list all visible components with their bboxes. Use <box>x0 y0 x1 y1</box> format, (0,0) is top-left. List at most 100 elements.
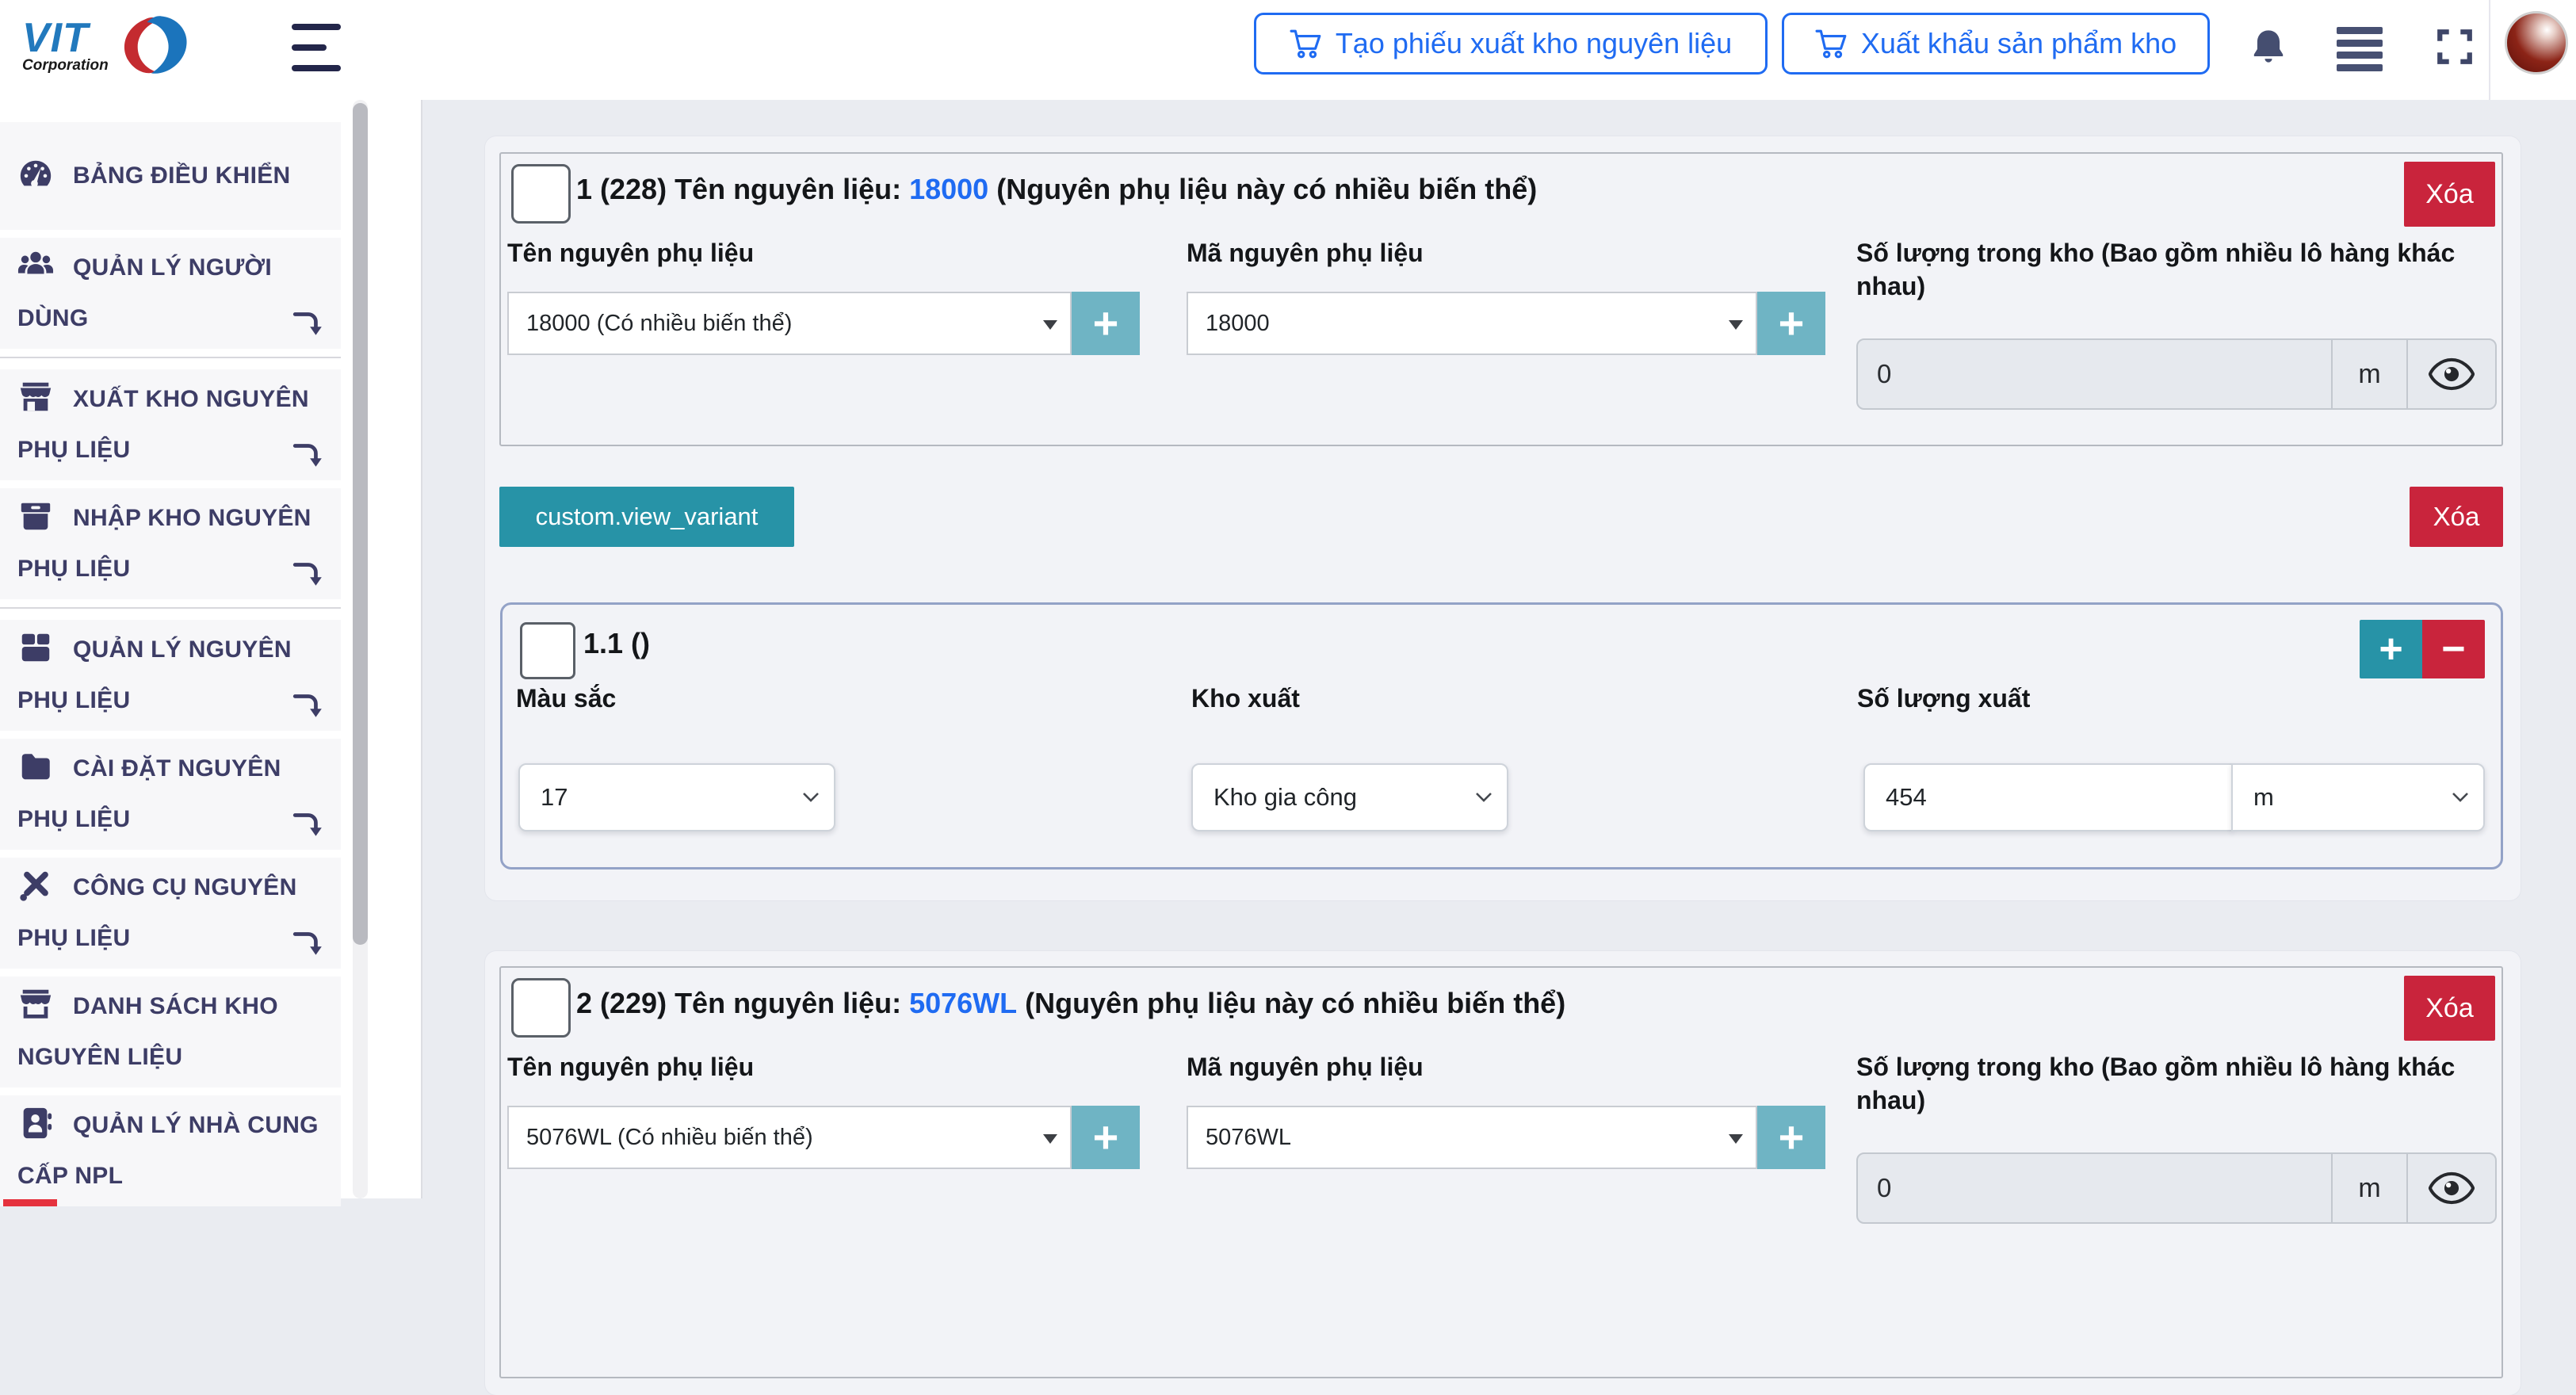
stock-quantity-label: Số lượng trong kho (Bao gồm nhiều lô hàn… <box>1856 1050 2500 1117</box>
gauge-icon <box>17 155 54 192</box>
view-stock-button[interactable] <box>2406 340 2495 408</box>
sidebar-toggle-button[interactable] <box>292 24 344 71</box>
dropdown-arrow-icon <box>1043 1134 1057 1144</box>
submenu-arrow-icon <box>292 438 325 471</box>
sidebar-item-label: BẢNG ĐIỀU KHIỂN <box>73 162 291 189</box>
material-2-checkbox[interactable] <box>511 978 571 1038</box>
material-card-1: 1 (228) Tên nguyên liệu:18000(Nguyên phụ… <box>485 136 2521 900</box>
sidebar-item-material-tools[interactable]: CÔNG CỤ NGUYÊN PHỤ LIỆU <box>0 858 341 969</box>
add-material-code-button[interactable]: + <box>1757 292 1825 355</box>
export-warehouse-select-value: Kho gia công <box>1213 783 1357 812</box>
top-bar: VIT Corporation Tạo phiếu xuất kho nguyê… <box>0 0 2576 100</box>
material-1-delete-button[interactable]: Xóa <box>2404 162 2495 227</box>
remove-variant-row-button[interactable]: − <box>2422 620 2485 678</box>
sidebar-divider <box>0 607 341 609</box>
sidebar-item-user-management[interactable]: QUẢN LÝ NGƯỜI DÙNG <box>0 238 341 349</box>
export-unit-select-value: m <box>2253 783 2274 812</box>
notifications-bell-icon[interactable] <box>2248 25 2289 70</box>
sidebar-item-label: QUẢN LÝ NHÀ CUNG CẤP NPL <box>17 1112 319 1189</box>
sidebar-item-label: NHẬP KHO NGUYÊN PHỤ LIỆU <box>17 505 311 582</box>
material-code-select-value: 18000 <box>1206 311 1270 337</box>
variant-checkbox[interactable] <box>520 622 575 679</box>
variant-title: 1.1 () <box>583 627 650 660</box>
create-export-ticket-label: Tạo phiếu xuất kho nguyên liệu <box>1336 27 1732 60</box>
color-select[interactable]: 17 <box>518 763 835 831</box>
vit-logo[interactable]: VIT Corporation <box>22 5 220 87</box>
menu-list-icon[interactable] <box>2337 27 2383 71</box>
sidebar-item-label: XUẤT KHO NGUYÊN PHỤ LIỆU <box>17 386 309 463</box>
sidebar-item-supplier-management[interactable]: QUẢN LÝ NHÀ CUNG CẤP NPL <box>0 1095 341 1206</box>
color-label: Màu sắc <box>516 684 616 713</box>
chevron-down-icon <box>802 792 820 803</box>
export-unit-select[interactable]: m <box>2231 763 2485 831</box>
view-variant-button[interactable]: custom.view_variant <box>499 487 794 547</box>
sidebar-item-label: DANH SÁCH KHO NGUYÊN LIỆU <box>17 993 278 1070</box>
sidebar-item-material-import[interactable]: NHẬP KHO NGUYÊN PHỤ LIỆU <box>0 488 341 599</box>
export-product-label: Xuất khẩu sản phẩm kho <box>1861 27 2177 60</box>
boxes-icon <box>17 629 54 666</box>
material-1-title-right: (Nguyên phụ liệu này có nhiều biến thể) <box>996 173 1537 205</box>
stock-quantity-input[interactable]: 0 <box>1858 340 2331 408</box>
material-2-name: 5076WL <box>909 987 1017 1019</box>
sidebar-item-material-settings[interactable]: CÀI ĐẶT NGUYÊN PHỤ LIỆU <box>0 739 341 850</box>
add-material-name-button[interactable]: + <box>1072 292 1140 355</box>
sidebar-item-warehouse-list[interactable]: DANH SÁCH KHO NGUYÊN LIỆU <box>0 976 341 1087</box>
add-material-code-button[interactable]: + <box>1757 1106 1825 1169</box>
sidebar-item-material-management[interactable]: QUẢN LÝ NGUYÊN PHỤ LIỆU <box>0 620 341 731</box>
material-code-select[interactable]: 5076WL <box>1187 1106 1757 1169</box>
material-1-title-left: 1 (228) Tên nguyên liệu: <box>576 173 901 205</box>
export-quantity-input[interactable]: 454 <box>1863 763 2233 831</box>
variant-group-delete-button[interactable]: Xóa <box>2410 487 2503 547</box>
export-warehouse-select[interactable]: Kho gia công <box>1191 763 1508 831</box>
tools-icon <box>17 867 54 904</box>
material-2-title: 2 (229) Tên nguyên liệu:5076WL(Nguyên ph… <box>576 987 1565 1020</box>
material-card-1-header-box: 1 (228) Tên nguyên liệu:18000(Nguyên phụ… <box>499 152 2503 446</box>
material-1-name: 18000 <box>909 173 988 205</box>
logo-title: VIT <box>22 18 89 58</box>
chevron-down-icon <box>1475 792 1492 803</box>
material-1-checkbox[interactable] <box>511 164 571 224</box>
stock-quantity-group: 0 m <box>1856 338 2497 410</box>
sidebar: BẢNG ĐIỀU KHIỂN QUẢN LÝ NGƯỜI DÙNG <box>0 100 422 1198</box>
sidebar-scrollbar[interactable] <box>353 100 368 1198</box>
export-quantity-label: Số lượng xuất <box>1857 684 2030 713</box>
material-card-2: 2 (229) Tên nguyên liệu:5076WL(Nguyên ph… <box>485 951 2521 1395</box>
material-code-select[interactable]: 18000 <box>1187 292 1757 355</box>
submenu-arrow-icon <box>292 306 325 339</box>
address-book-icon <box>17 1105 54 1141</box>
color-select-value: 17 <box>541 783 568 812</box>
sidebar-item-dashboard[interactable]: BẢNG ĐIỀU KHIỂN <box>0 122 341 230</box>
sidebar-scrollbar-thumb[interactable] <box>353 103 368 945</box>
dropdown-arrow-icon <box>1043 320 1057 330</box>
export-product-button[interactable]: Xuất khẩu sản phẩm kho <box>1782 13 2210 75</box>
add-material-name-button[interactable]: + <box>1072 1106 1140 1169</box>
material-name-select[interactable]: 18000 (Có nhiều biến thể) <box>507 292 1072 355</box>
submenu-arrow-icon <box>292 688 325 721</box>
eye-icon <box>2429 357 2475 391</box>
stock-quantity-group: 0 m <box>1856 1152 2497 1224</box>
material-name-label: Tên nguyên phụ liệu <box>507 236 754 269</box>
fullscreen-icon[interactable] <box>2435 27 2475 67</box>
user-avatar[interactable] <box>2505 11 2568 75</box>
sidebar-item-material-export[interactable]: XUẤT KHO NGUYÊN PHỤ LIỆU <box>0 369 341 480</box>
stock-quantity-input[interactable]: 0 <box>1858 1154 2331 1222</box>
folder-icon <box>17 748 54 785</box>
store-icon <box>17 379 54 415</box>
material-code-label: Mã nguyên phụ liệu <box>1187 236 1424 269</box>
material-card-2-header-box: 2 (229) Tên nguyên liệu:5076WL(Nguyên ph… <box>499 966 2503 1378</box>
stock-unit-addon: m <box>2331 1154 2406 1222</box>
material-name-select[interactable]: 5076WL (Có nhiều biến thể) <box>507 1106 1072 1169</box>
add-variant-row-button[interactable]: + <box>2360 620 2422 678</box>
archive-icon <box>17 498 54 534</box>
create-export-ticket-button[interactable]: Tạo phiếu xuất kho nguyên liệu <box>1254 13 1768 75</box>
variant-box-1-1: 1.1 () + − Màu sắc Kho xuất Số lượng xuấ… <box>500 602 2503 869</box>
sidebar-item-label: CÀI ĐẶT NGUYÊN PHỤ LIỆU <box>17 755 281 832</box>
eye-icon <box>2429 1171 2475 1205</box>
vit-swoosh-icon <box>110 11 196 81</box>
material-2-delete-button[interactable]: Xóa <box>2404 976 2495 1041</box>
view-stock-button[interactable] <box>2406 1154 2495 1222</box>
sidebar-divider <box>0 357 341 358</box>
warehouse-export-page: { "colors": { "primary_blue": "#1f6bf2",… <box>0 0 2576 1198</box>
material-name-label: Tên nguyên phụ liệu <box>507 1050 754 1084</box>
users-icon <box>17 247 54 284</box>
